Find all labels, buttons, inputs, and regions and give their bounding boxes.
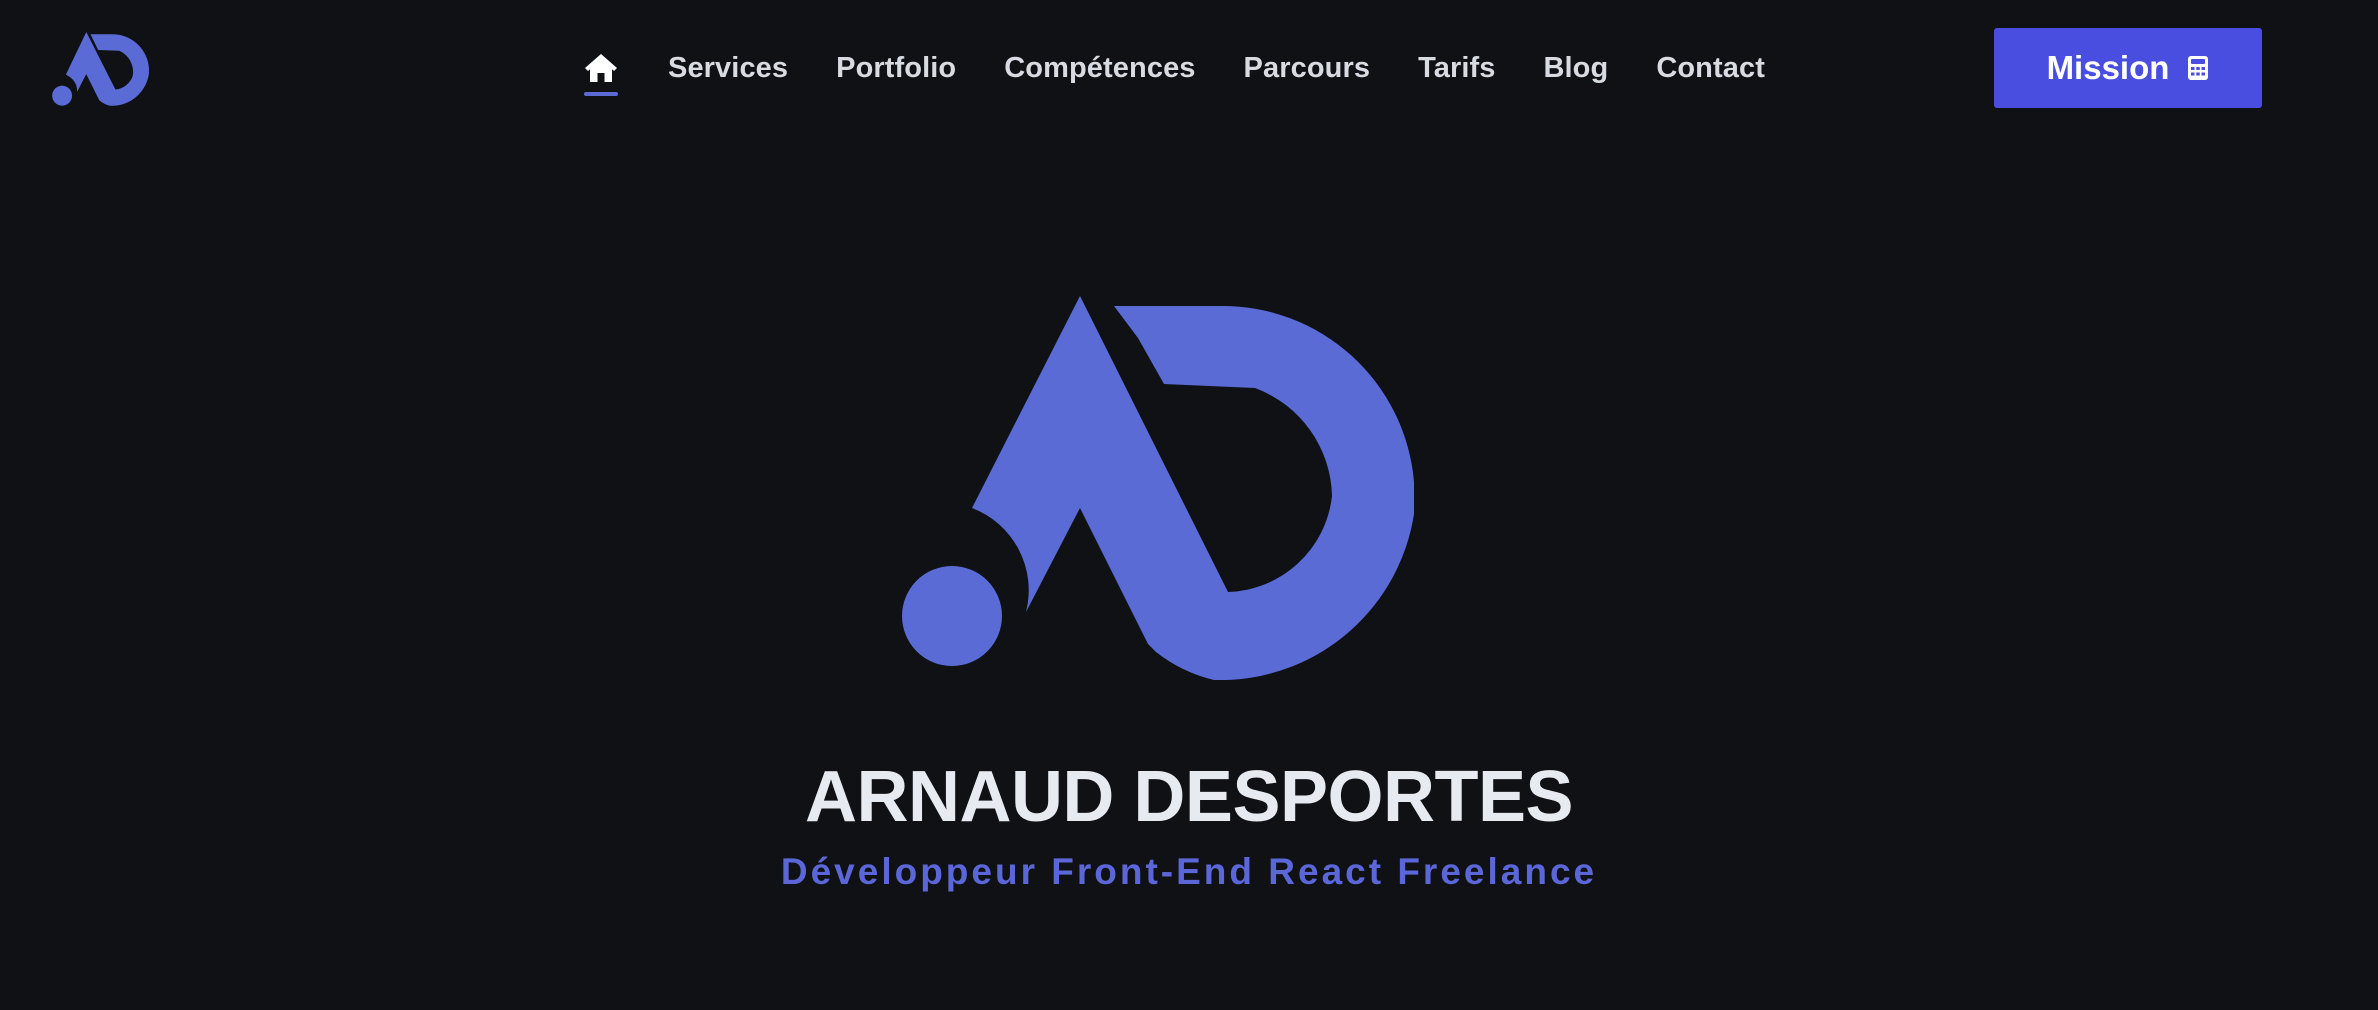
site-header: Services Portfolio Compétences Parcours … xyxy=(0,0,2378,136)
nav-link-portfolio[interactable]: Portfolio xyxy=(836,40,956,96)
nav-link-contact[interactable]: Contact xyxy=(1656,40,1765,96)
page: Services Portfolio Compétences Parcours … xyxy=(0,0,2378,1010)
mission-button[interactable]: Mission xyxy=(1994,28,2262,108)
nav-link-competences[interactable]: Compétences xyxy=(1004,40,1195,96)
nav-link-services[interactable]: Services xyxy=(668,40,788,96)
hero-ad-logo-icon xyxy=(902,296,1414,680)
nav-link-parcours[interactable]: Parcours xyxy=(1244,40,1371,96)
mission-button-label: Mission xyxy=(2046,49,2170,86)
hero-tagline: Développeur Front-End React Freelance xyxy=(780,851,1598,892)
hero-name: ARNAUD DESPORTES xyxy=(804,757,1574,837)
nav-home[interactable] xyxy=(582,40,620,96)
active-indicator xyxy=(584,92,618,96)
calculator-icon xyxy=(2187,55,2209,81)
nav-link-tarifs[interactable]: Tarifs xyxy=(1418,40,1495,96)
main-nav: Services Portfolio Compétences Parcours … xyxy=(582,40,1765,96)
nav-link-blog[interactable]: Blog xyxy=(1543,40,1608,96)
ad-logo-icon[interactable] xyxy=(52,32,152,106)
home-icon xyxy=(585,54,617,82)
